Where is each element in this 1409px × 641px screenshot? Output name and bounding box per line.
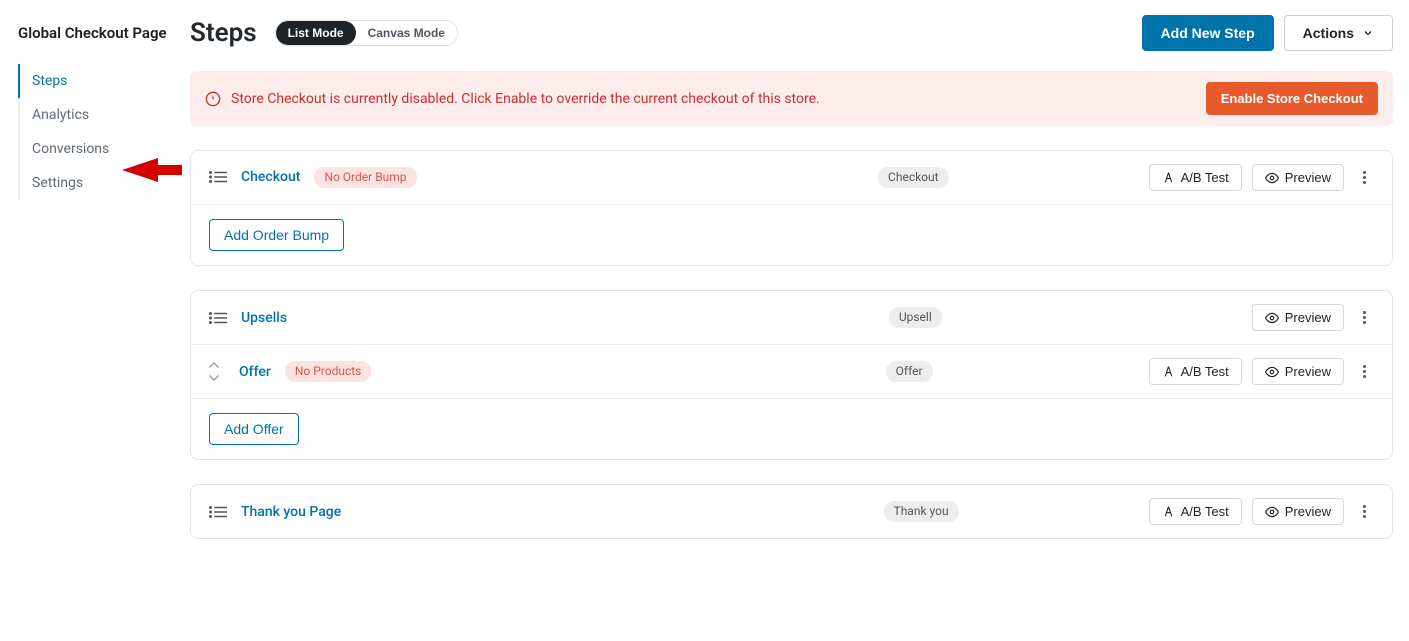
mode-toggle: List Mode Canvas Mode — [275, 20, 458, 46]
type-badge-upsell: Upsell — [889, 307, 942, 327]
chevron-down-icon — [1362, 27, 1374, 39]
add-order-bump-button[interactable]: Add Order Bump — [209, 219, 344, 251]
list-icon — [209, 311, 227, 325]
main-content: Steps List Mode Canvas Mode Add New Step… — [190, 0, 1409, 563]
badge-no-order-bump: No Order Bump — [314, 167, 416, 187]
notice-text: Store Checkout is currently disabled. Cl… — [231, 91, 820, 107]
abtest-button-offer[interactable]: A/B Test — [1149, 358, 1242, 385]
reorder-icon[interactable] — [205, 361, 225, 382]
abtest-icon — [1162, 365, 1175, 378]
eye-icon — [1265, 505, 1279, 519]
info-icon — [205, 91, 221, 107]
step-link-offer[interactable]: Offer — [239, 364, 271, 380]
add-offer-button[interactable]: Add Offer — [209, 413, 299, 445]
eye-icon — [1265, 365, 1279, 379]
disabled-checkout-notice: Store Checkout is currently disabled. Cl… — [190, 71, 1393, 126]
list-icon — [209, 170, 227, 184]
mode-list-button[interactable]: List Mode — [276, 21, 356, 45]
step-card-checkout: Checkout No Order Bump Checkout A/B Test… — [190, 150, 1393, 266]
more-menu-offer[interactable] — [1354, 361, 1374, 382]
preview-button-upsells[interactable]: Preview — [1252, 304, 1344, 331]
step-link-checkout[interactable]: Checkout — [241, 169, 300, 185]
enable-store-checkout-button[interactable]: Enable Store Checkout — [1206, 82, 1378, 115]
step-card-thankyou: Thank you Page Thank you A/B Test Previe… — [190, 484, 1393, 539]
list-icon — [209, 505, 227, 519]
sidebar-nav: Steps Analytics Conversions Settings — [18, 64, 190, 200]
sidebar-title: Global Checkout Page — [18, 24, 190, 64]
sidebar-item-analytics[interactable]: Analytics — [18, 98, 190, 132]
preview-button-offer[interactable]: Preview — [1252, 358, 1344, 385]
actions-dropdown-button[interactable]: Actions — [1284, 15, 1393, 51]
add-new-step-button[interactable]: Add New Step — [1142, 15, 1274, 51]
more-menu-upsells[interactable] — [1354, 307, 1374, 328]
abtest-button-thankyou[interactable]: A/B Test — [1149, 498, 1242, 525]
abtest-icon — [1162, 505, 1175, 518]
sidebar-item-conversions[interactable]: Conversions — [18, 132, 190, 166]
more-menu-thankyou[interactable] — [1354, 501, 1374, 522]
eye-icon — [1265, 171, 1279, 185]
type-badge-checkout: Checkout — [878, 167, 949, 187]
badge-no-products: No Products — [285, 361, 372, 381]
eye-icon — [1265, 311, 1279, 325]
type-badge-thankyou: Thank you — [884, 501, 959, 521]
page-title: Steps — [190, 18, 257, 48]
preview-button-checkout[interactable]: Preview — [1252, 164, 1344, 191]
abtest-icon — [1162, 171, 1175, 184]
page-header: Steps List Mode Canvas Mode Add New Step… — [190, 15, 1393, 51]
more-menu-checkout[interactable] — [1354, 167, 1374, 188]
sidebar-item-steps[interactable]: Steps — [18, 64, 190, 98]
abtest-button-checkout[interactable]: A/B Test — [1149, 164, 1242, 191]
step-link-upsells[interactable]: Upsells — [241, 310, 287, 326]
step-link-thankyou[interactable]: Thank you Page — [241, 504, 341, 520]
type-badge-offer: Offer — [886, 361, 933, 381]
mode-canvas-button[interactable]: Canvas Mode — [356, 21, 457, 45]
actions-button-label: Actions — [1303, 25, 1354, 41]
sidebar: Global Checkout Page Steps Analytics Con… — [0, 0, 190, 563]
preview-button-thankyou[interactable]: Preview — [1252, 498, 1344, 525]
sidebar-item-settings[interactable]: Settings — [18, 166, 190, 200]
step-card-upsells: Upsells Upsell Preview — [190, 290, 1393, 460]
